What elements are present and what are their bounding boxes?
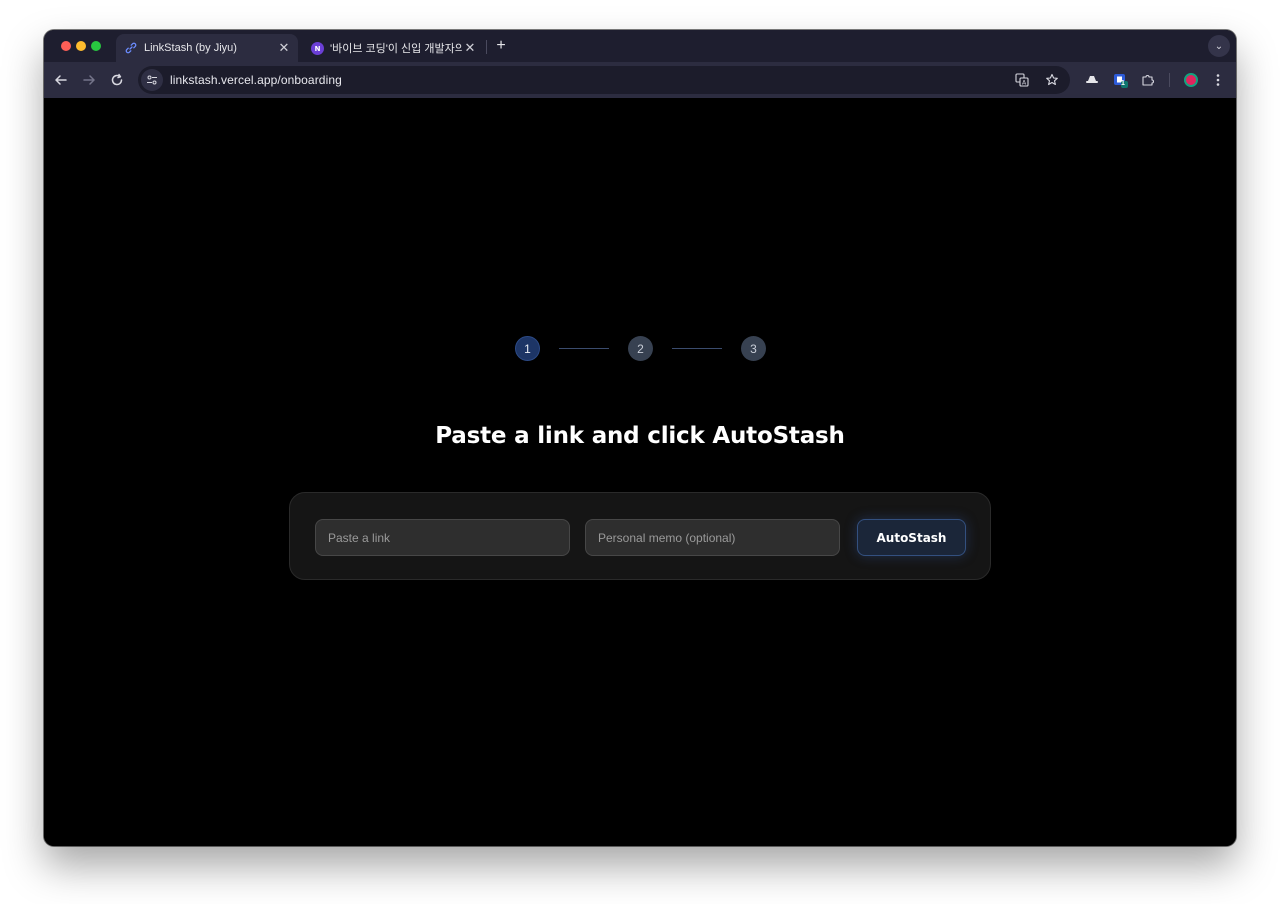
stash-form-card: AutoStash [289,492,991,580]
chevron-down-icon: ⌄ [1214,40,1224,52]
step-indicator: 1 2 3 [44,336,1236,362]
site-logo-icon: N [310,41,324,55]
close-tab-icon[interactable]: ✕ [462,40,478,56]
reload-button[interactable] [107,70,127,90]
tab-article[interactable]: N '바이브 코딩'이 신입 개발자의 핵심 ✕ [302,34,484,62]
step-2: 2 [628,336,653,361]
tab-divider [486,40,487,54]
extension-shield-icon[interactable]: 1 [1110,70,1130,90]
page-title: Paste a link and click AutoStash [435,423,845,449]
forward-button[interactable] [79,70,99,90]
incognito-hat-icon[interactable] [1082,70,1102,90]
browser-toolbar: linkstash.vercel.app/onboarding A 1 [44,62,1236,99]
more-menu-icon[interactable] [1208,70,1228,90]
reload-icon [111,73,123,86]
close-tab-icon[interactable]: ✕ [276,40,292,56]
close-window-button[interactable] [61,41,71,51]
step-connector [672,348,722,349]
link-icon [124,41,138,55]
toolbar-divider [1169,73,1170,87]
tab-title: LinkStash (by Jiyu) [144,42,237,54]
tab-linkstash[interactable]: LinkStash (by Jiyu) ✕ [116,34,298,62]
link-input[interactable] [315,519,570,556]
extensions-puzzle-icon[interactable] [1138,70,1158,90]
address-bar[interactable]: linkstash.vercel.app/onboarding A [138,66,1070,94]
browser-window: LinkStash (by Jiyu) ✕ N '바이브 코딩'이 신입 개발자… [44,30,1236,846]
tab-search-button[interactable]: ⌄ [1208,35,1230,57]
svg-text:N: N [314,45,320,53]
bookmark-star-icon[interactable] [1042,70,1062,90]
autostash-button[interactable]: AutoStash [857,519,966,556]
onboarding-page: 1 2 3 Paste a link and click AutoStash A… [44,98,1236,846]
url-host: linkstash.vercel.app [170,73,278,87]
new-tab-button[interactable]: + [492,37,510,55]
profile-avatar[interactable] [1181,70,1201,90]
step-1: 1 [515,336,540,361]
memo-input[interactable] [585,519,840,556]
minimize-window-button[interactable] [76,41,86,51]
translate-icon[interactable]: A [1012,70,1032,90]
tab-strip: LinkStash (by Jiyu) ✕ N '바이브 코딩'이 신입 개발자… [44,30,1236,62]
step-connector [559,348,609,349]
step-3: 3 [741,336,766,361]
arrow-right-icon [83,75,95,85]
url-text: linkstash.vercel.app/onboarding [170,73,342,87]
tab-title: '바이브 코딩'이 신입 개발자의 핵심 [330,43,462,55]
arrow-left-icon [55,75,67,85]
back-button[interactable] [51,70,71,90]
extension-badge: 1 [1121,80,1125,87]
maximize-window-button[interactable] [91,41,101,51]
url-path: /onboarding [277,73,342,87]
site-settings-icon[interactable] [141,69,163,91]
